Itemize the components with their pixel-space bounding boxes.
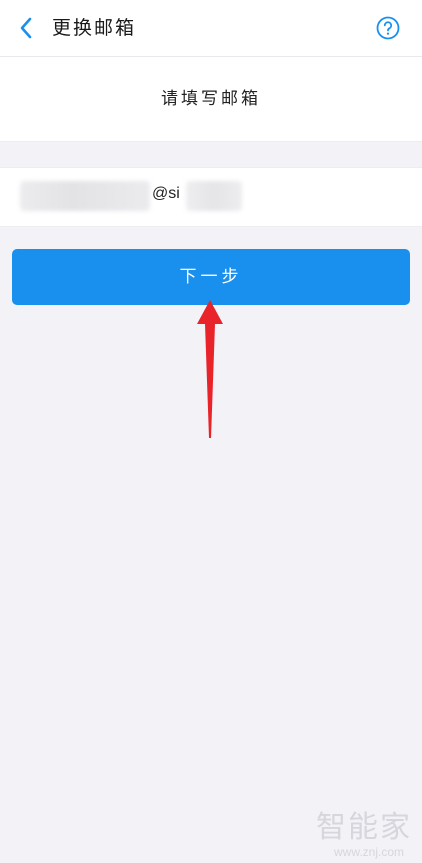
back-button[interactable] [14,14,38,42]
next-step-button[interactable]: 下一步 [12,249,410,305]
watermark-logo-text: 智能家 [316,810,412,845]
email-field[interactable]: @si [0,167,422,227]
redacted-email-domain-part [186,181,242,211]
instruction-title: 请填写邮箱 [161,89,261,109]
chevron-left-icon [20,17,32,39]
email-domain-text: @si [152,185,180,202]
question-circle-icon [376,16,400,40]
red-arrow-icon [197,300,223,438]
help-button[interactable] [376,16,400,40]
navigation-bar: 更换邮箱 [0,0,422,57]
page-title: 更换邮箱 [52,17,137,39]
redacted-email-local-part [20,181,150,211]
watermark-url: www.znj.com [333,845,404,859]
watermark: 智能家 www.znj.com [316,810,412,860]
instruction-panel: 请填写邮箱 [0,57,422,142]
